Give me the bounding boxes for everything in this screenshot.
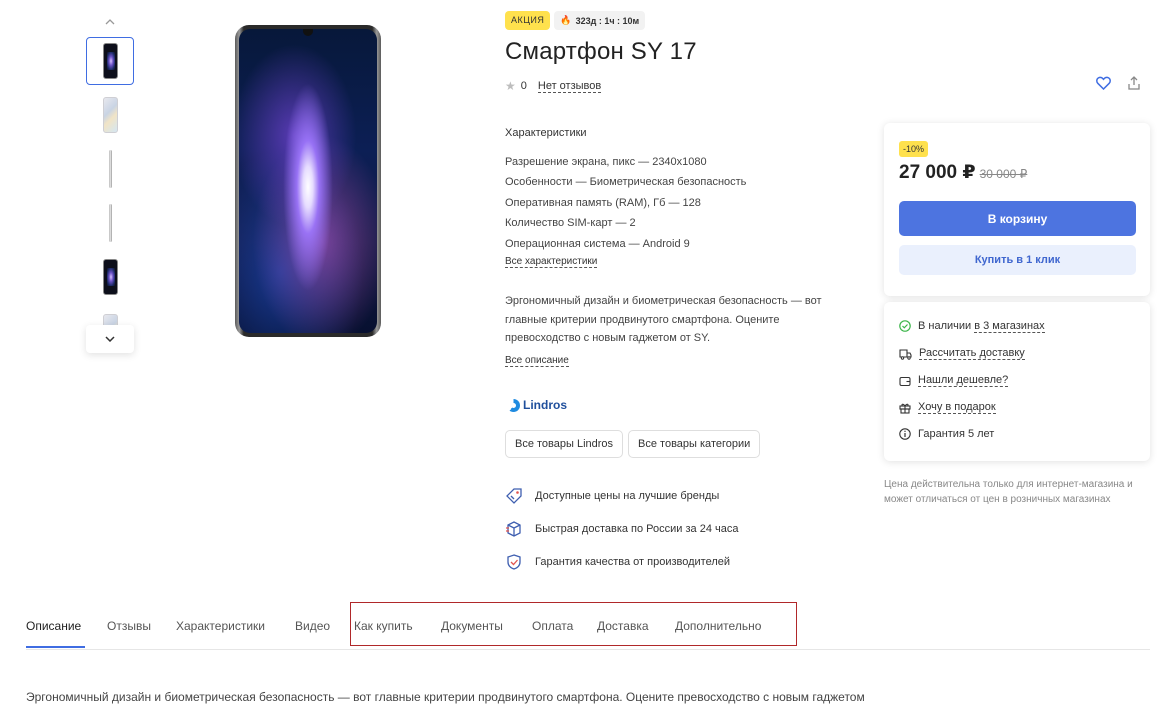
all-brand-products-button[interactable]: Все товары Lindros bbox=[505, 430, 624, 458]
phone-side-image bbox=[108, 204, 112, 242]
warranty-text: Гарантия 5 лет bbox=[918, 428, 995, 440]
promo-badge: АКЦИЯ bbox=[505, 11, 551, 30]
tab-video[interactable]: Видео bbox=[295, 619, 330, 633]
tab-description[interactable]: Описание bbox=[26, 619, 81, 633]
characteristic-item: Особенности — Биометрическая безопасност… bbox=[505, 176, 747, 189]
truck-icon bbox=[899, 348, 912, 360]
reviews-link[interactable]: Нет отзывов bbox=[537, 80, 602, 93]
thumbnail-5[interactable] bbox=[86, 253, 134, 301]
benefit-item: Гарантия качества от производителей bbox=[505, 545, 738, 578]
active-tab-indicator bbox=[26, 646, 85, 648]
benefit-text: Доступные цены на лучшие бренды bbox=[535, 489, 720, 502]
characteristic-item: Оперативная память (RAM), Гб — 128 bbox=[505, 196, 701, 209]
full-description-text: Эргономичный дизайн и биометрическая без… bbox=[26, 690, 865, 704]
want-as-gift-link[interactable]: Хочу в подарок bbox=[918, 401, 996, 414]
characteristic-item: Операционная система — Android 9 bbox=[505, 237, 690, 250]
gift-icon bbox=[899, 403, 911, 414]
cheaper-row[interactable]: Нашли дешевле? bbox=[899, 374, 1009, 387]
buy-card: -10% 27 000 ₽ 30 000 ₽ В корзину Купить … bbox=[884, 123, 1150, 296]
warranty-row: Гарантия 5 лет bbox=[899, 428, 994, 440]
phone-front-image bbox=[102, 43, 118, 79]
current-price: 27 000 ₽ bbox=[899, 162, 976, 183]
price-tag-icon bbox=[506, 487, 522, 504]
timer-text: 323д : 1ч : 10м bbox=[575, 15, 640, 26]
product-title: Смартфон SY 17 bbox=[505, 38, 697, 65]
description-line: превосходство с новым гаджетом от SY. bbox=[505, 332, 711, 344]
timer-badge: 🔥 323д : 1ч : 10м bbox=[554, 11, 646, 30]
stores-link[interactable]: в 3 магазинах bbox=[974, 320, 1045, 333]
benefit-item: Быстрая доставка по России за 24 часа bbox=[505, 512, 738, 545]
all-category-products-button[interactable]: Все товары категории bbox=[628, 430, 761, 458]
benefit-text: Быстрая доставка по России за 24 часа bbox=[535, 522, 739, 535]
rating-value: 0 bbox=[520, 80, 527, 92]
old-price: 30 000 ₽ bbox=[979, 167, 1028, 181]
thumbnail-2[interactable] bbox=[86, 91, 134, 139]
availability-text: В наличии в 3 магазинах bbox=[918, 320, 1045, 333]
thumbnail-gallery bbox=[86, 10, 134, 353]
benefits-list: Доступные цены на лучшие бренды Быстрая … bbox=[505, 479, 738, 578]
characteristic-item: Количество SIM-карт — 2 bbox=[505, 217, 636, 230]
chevron-down-icon bbox=[105, 336, 115, 342]
all-description-link[interactable]: Все описание bbox=[505, 355, 569, 367]
phone-front-image bbox=[102, 259, 118, 295]
characteristic-item: Разрешение экрана, пикс — 2340x1080 bbox=[505, 156, 707, 168]
phone-frame bbox=[235, 25, 381, 337]
brand-name: Lindros bbox=[523, 398, 567, 412]
brand-logo[interactable]: Lindros bbox=[507, 398, 567, 412]
brand-mark-icon bbox=[507, 398, 520, 412]
brand-buttons: Все товары Lindros Все товары категории bbox=[505, 430, 761, 458]
thumbnail-4[interactable] bbox=[86, 199, 134, 247]
phone-back-image bbox=[102, 97, 118, 133]
tab-reviews[interactable]: Отзывы bbox=[107, 619, 151, 633]
rating: ★ 0 Нет отзывов bbox=[505, 79, 602, 93]
gift-row[interactable]: Хочу в подарок bbox=[899, 401, 996, 414]
description-line: Эргономичный дизайн и биометрическая без… bbox=[505, 295, 822, 307]
thumbs-up-button[interactable] bbox=[86, 10, 134, 34]
price-note: Цена действительна только для интернет-м… bbox=[884, 479, 1133, 505]
found-cheaper-link[interactable]: Нашли дешевле? bbox=[918, 374, 1009, 387]
share-icon[interactable] bbox=[1127, 76, 1141, 90]
phone-screen bbox=[239, 29, 377, 333]
add-to-cart-button[interactable]: В корзину bbox=[899, 201, 1136, 236]
highlight-annotation bbox=[350, 602, 797, 646]
chevron-up-icon bbox=[105, 19, 115, 25]
product-badges: АКЦИЯ 🔥 323д : 1ч : 10м bbox=[505, 11, 646, 30]
star-icon: ★ bbox=[505, 79, 516, 93]
check-circle-icon bbox=[899, 320, 911, 332]
product-actions bbox=[1096, 76, 1141, 90]
all-characteristics-link[interactable]: Все характеристики bbox=[505, 256, 598, 268]
wallet-icon bbox=[899, 376, 911, 386]
characteristics-list: Разрешение экрана, пикс — 2340x1080 Особ… bbox=[505, 152, 746, 254]
delivery-box-icon bbox=[506, 520, 521, 537]
buy-one-click-button[interactable]: Купить в 1 клик bbox=[899, 245, 1136, 275]
availability-prefix: В наличии bbox=[918, 320, 972, 332]
tab-characteristics[interactable]: Характеристики bbox=[176, 619, 265, 633]
main-product-image[interactable] bbox=[235, 25, 381, 337]
info-icon bbox=[899, 428, 911, 440]
info-card: В наличии в 3 магазинах Рассчитать доста… bbox=[884, 302, 1150, 461]
benefit-text: Гарантия качества от производителей bbox=[535, 555, 731, 568]
benefit-item: Доступные цены на лучшие бренды bbox=[505, 479, 738, 512]
price-block: 27 000 ₽ 30 000 ₽ bbox=[899, 161, 1027, 184]
thumbs-down-button[interactable] bbox=[86, 325, 134, 353]
delivery-row[interactable]: Рассчитать доставку bbox=[899, 347, 1025, 360]
availability-row: В наличии в 3 магазинах bbox=[899, 320, 1045, 333]
discount-badge: -10% bbox=[899, 141, 929, 157]
thumbnail-3[interactable] bbox=[86, 145, 134, 193]
calculate-delivery-link[interactable]: Рассчитать доставку bbox=[919, 347, 1025, 360]
thumbnail-1[interactable] bbox=[86, 37, 134, 85]
phone-notch bbox=[303, 29, 313, 36]
heart-icon[interactable] bbox=[1096, 76, 1111, 90]
quality-shield-icon bbox=[507, 553, 521, 570]
phone-side-image bbox=[108, 150, 112, 188]
description-line: главные критерии продвинутого смартфона.… bbox=[505, 313, 780, 326]
short-description: Эргономичный дизайн и биометрическая без… bbox=[505, 292, 835, 348]
characteristics-title: Характеристики bbox=[505, 127, 587, 139]
flame-icon: 🔥 bbox=[560, 15, 572, 25]
